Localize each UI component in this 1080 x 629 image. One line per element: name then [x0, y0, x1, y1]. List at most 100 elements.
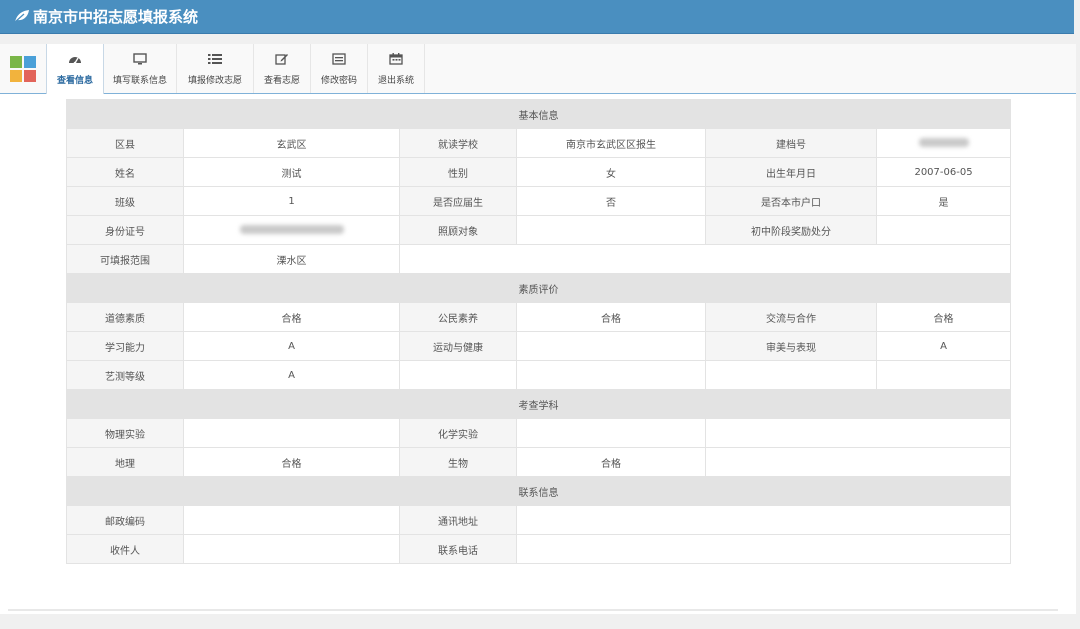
table-row: 地理 合格 生物 合格 [66, 447, 1012, 477]
main-panel: 查看信息 填写联系信息 填报修改志愿 查看志愿 修改密码 退出系统 基本信息 区… [0, 44, 1076, 614]
field-value [515, 534, 1012, 564]
field-value [183, 505, 400, 535]
field-label: 地理 [66, 447, 184, 477]
field-label: 运动与健康 [399, 331, 517, 361]
card-icon [332, 53, 346, 65]
field-label: 学习能力 [66, 331, 184, 361]
empty-cell [704, 447, 1012, 477]
field-label: 交流与合作 [705, 302, 877, 332]
field-value: 合格 [516, 447, 706, 477]
empty-cell [516, 360, 706, 390]
field-label: 是否应届生 [399, 186, 517, 216]
field-label: 收件人 [66, 534, 184, 564]
field-label: 建档号 [705, 128, 877, 158]
field-label: 物理实验 [66, 418, 184, 448]
field-label: 道德素质 [66, 302, 184, 332]
field-label: 化学实验 [399, 418, 517, 448]
tab-label: 查看信息 [56, 76, 93, 86]
field-value [183, 418, 400, 448]
field-value: 女 [516, 157, 706, 187]
redacted-text [239, 225, 344, 234]
field-value [875, 215, 1012, 245]
tab-label: 查看志愿 [263, 76, 300, 86]
section-title: 联系信息 [65, 476, 1012, 506]
calendar-icon [389, 53, 403, 65]
tab-bar: 查看信息 填写联系信息 填报修改志愿 查看志愿 修改密码 退出系统 [0, 44, 1076, 94]
table-row: 区县 玄武区 就读学校 南京市玄武区区报生 建档号 [66, 128, 1012, 158]
student-info-table: 基本信息 区县 玄武区 就读学校 南京市玄武区区报生 建档号 姓名 测试 性别 … [65, 99, 1012, 564]
table-row: 邮政编码 通讯地址 [66, 505, 1012, 535]
app-logo-icon [10, 56, 36, 82]
tab-change-password[interactable]: 修改密码 [311, 44, 368, 93]
field-value: A [875, 331, 1012, 361]
field-value: A [183, 331, 400, 361]
empty-cell [704, 418, 1012, 448]
field-label: 通讯地址 [399, 505, 517, 535]
section-title: 基本信息 [65, 99, 1012, 129]
tab-label: 修改密码 [320, 76, 357, 86]
field-value: 合格 [183, 447, 400, 477]
field-value: 玄武区 [183, 128, 400, 158]
tab-logout[interactable]: 退出系统 [368, 44, 425, 93]
tab-label: 退出系统 [377, 76, 414, 86]
table-row: 道德素质 合格 公民素养 合格 交流与合作 合格 [66, 302, 1012, 332]
field-label: 初中阶段奖励处分 [705, 215, 877, 245]
field-label: 姓名 [66, 157, 184, 187]
app-header: 南京市中招志愿填报系统 [0, 0, 1074, 34]
field-label: 审美与表现 [705, 331, 877, 361]
empty-cell [399, 360, 517, 390]
table-row: 收件人 联系电话 [66, 534, 1012, 564]
empty-cell [398, 244, 1012, 274]
tab-view-choices[interactable]: 查看志愿 [254, 44, 311, 93]
field-value: 2007-06-05 [875, 157, 1012, 187]
field-label: 邮政编码 [66, 505, 184, 535]
field-label: 区县 [66, 128, 184, 158]
field-label: 就读学校 [399, 128, 517, 158]
field-value-redacted [183, 215, 400, 245]
app-title: 南京市中招志愿填报系统 [33, 8, 199, 26]
field-value [516, 418, 706, 448]
field-label: 生物 [399, 447, 517, 477]
table-row: 艺测等级 A [66, 360, 1012, 390]
section-title: 素质评价 [65, 273, 1012, 303]
section-contact-info: 联系信息 [65, 476, 1012, 506]
field-value: 溧水区 [183, 244, 400, 274]
tab-edit-choices[interactable]: 填报修改志愿 [177, 44, 254, 93]
field-value-redacted [875, 128, 1012, 158]
field-label: 是否本市户口 [705, 186, 877, 216]
section-basic-info: 基本信息 [65, 99, 1012, 129]
field-value [515, 505, 1012, 535]
field-label: 公民素养 [399, 302, 517, 332]
field-value: 否 [516, 186, 706, 216]
table-row: 姓名 测试 性别 女 出生年月日 2007-06-05 [66, 157, 1012, 187]
table-row: 物理实验 化学实验 [66, 418, 1012, 448]
list-icon [208, 54, 222, 64]
field-label: 联系电话 [399, 534, 517, 564]
field-value: 合格 [875, 302, 1012, 332]
table-row: 学习能力 A 运动与健康 审美与表现 A [66, 331, 1012, 361]
section-title: 考查学科 [65, 389, 1012, 419]
field-value: 合格 [516, 302, 706, 332]
tab-label: 填写联系信息 [112, 76, 167, 86]
field-label: 可填报范围 [66, 244, 184, 274]
field-value [183, 534, 400, 564]
field-label: 性别 [399, 157, 517, 187]
monitor-icon [133, 53, 147, 65]
empty-cell [705, 360, 877, 390]
empty-cell [875, 360, 1012, 390]
dashboard-icon [69, 57, 81, 65]
section-quality-eval: 素质评价 [65, 273, 1012, 303]
field-label: 班级 [66, 186, 184, 216]
field-label: 身份证号 [66, 215, 184, 245]
tab-contact-info[interactable]: 填写联系信息 [104, 44, 177, 93]
field-label: 照顾对象 [399, 215, 517, 245]
tab-label: 填报修改志愿 [187, 76, 242, 86]
redacted-text [918, 138, 969, 147]
field-label: 艺测等级 [66, 360, 184, 390]
field-value: 测试 [183, 157, 400, 187]
edit-icon [275, 54, 288, 65]
field-value: 是 [875, 186, 1012, 216]
field-value: 合格 [183, 302, 400, 332]
table-row: 身份证号 照顾对象 初中阶段奖励处分 [66, 215, 1012, 245]
tab-view-info[interactable]: 查看信息 [46, 44, 104, 94]
